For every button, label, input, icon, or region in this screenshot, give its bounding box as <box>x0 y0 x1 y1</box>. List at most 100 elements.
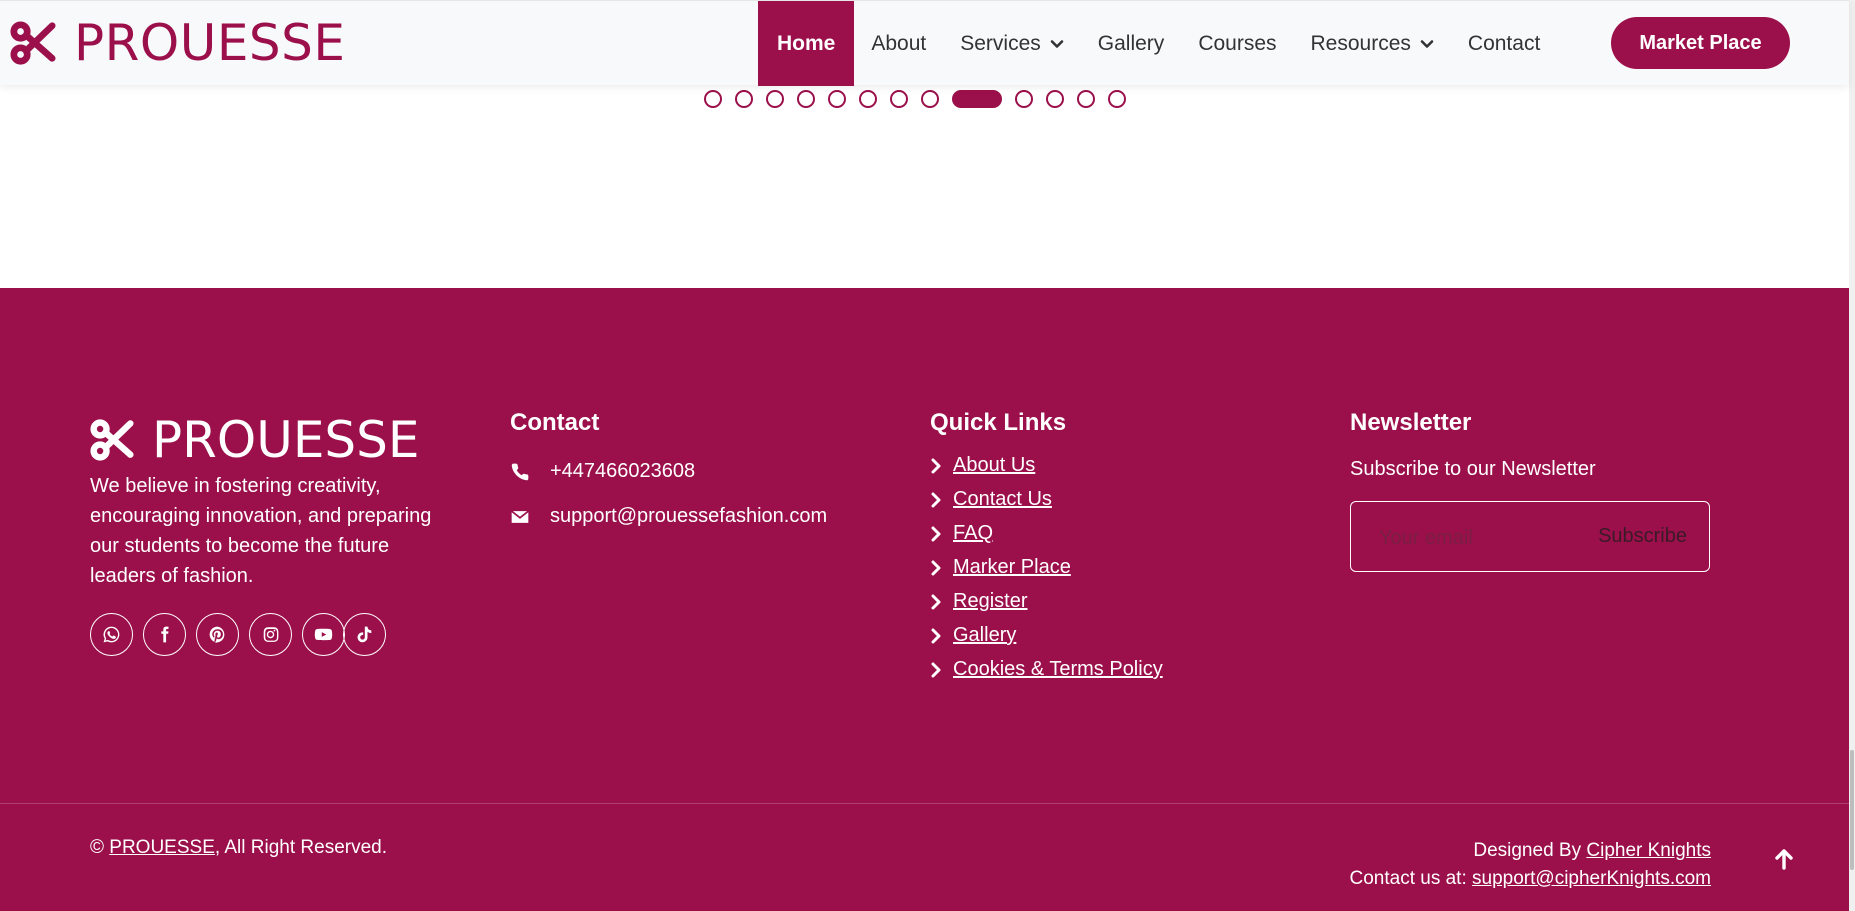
scissors-icon <box>90 419 134 461</box>
site-header: PROUESSE Home About Services Gallery Cou… <box>0 0 1849 86</box>
footer-quick-links-column: Quick Links About Us Contact Us FAQ Marker … <box>930 408 1163 681</box>
nav-services-label: Services <box>960 31 1041 55</box>
social-links <box>90 613 450 656</box>
footer-divider <box>0 803 1849 804</box>
carousel-dot[interactable] <box>1108 90 1126 108</box>
nav-contact[interactable]: Contact <box>1451 1 1557 86</box>
brand-logo[interactable]: PROUESSE <box>10 15 346 71</box>
quick-link[interactable]: Register <box>953 590 1027 613</box>
nav-home-label: Home <box>777 31 836 55</box>
pinterest-link[interactable] <box>196 613 239 656</box>
copyright-brand-link[interactable]: PROUESSE <box>109 837 215 858</box>
footer-logo[interactable]: PROUESSE <box>90 413 450 467</box>
carousel-dot[interactable] <box>797 90 815 108</box>
facebook-icon <box>161 626 169 643</box>
tiktok-link[interactable] <box>343 613 386 656</box>
carousel-dot[interactable] <box>921 90 939 108</box>
quick-link[interactable]: Cookies & Terms Policy <box>953 658 1163 681</box>
copyright-symbol: © <box>90 837 104 858</box>
arrow-up-icon <box>1775 849 1793 870</box>
quick-link-item[interactable]: Cookies & Terms Policy <box>930 658 1163 681</box>
designed-by-line: Designed By Cipher Knights <box>1350 837 1711 865</box>
market-place-button[interactable]: Market Place <box>1611 17 1790 69</box>
designer-contact-line: Contact us at: support@cipherKnights.com <box>1350 865 1711 893</box>
scissors-icon <box>10 21 56 65</box>
copyright-suffix: , All Right Reserved. <box>214 837 388 858</box>
footer-newsletter-column: Newsletter Subscribe to our Newsletter S… <box>1350 408 1710 572</box>
site-footer: PROUESSE We believe in fostering creativ… <box>0 288 1849 911</box>
youtube-icon <box>314 628 333 641</box>
chevron-right-icon <box>931 526 941 541</box>
carousel-dot[interactable] <box>1015 90 1033 108</box>
carousel-dot[interactable] <box>1046 90 1064 108</box>
quick-link-item[interactable]: Register <box>930 590 1163 613</box>
nav-resources[interactable]: Resources <box>1294 1 1451 86</box>
quick-links-title: Quick Links <box>930 409 1067 436</box>
newsletter-form: Subscribe <box>1350 501 1710 572</box>
newsletter-subtitle: Subscribe to our Newsletter <box>1350 458 1596 480</box>
quick-link-item[interactable]: About Us <box>930 454 1163 477</box>
designer-contact-label: Contact us at: <box>1349 868 1473 889</box>
brand-name: PROUESSE <box>74 14 346 72</box>
nav-gallery[interactable]: Gallery <box>1081 1 1182 86</box>
youtube-link[interactable] <box>302 613 345 656</box>
designer-email-link[interactable]: support@cipherKnights.com <box>1472 868 1711 889</box>
footer-about-text: We believe in fostering creativity, enco… <box>90 475 432 587</box>
carousel-dot[interactable] <box>859 90 877 108</box>
instagram-icon <box>263 627 279 642</box>
quick-link[interactable]: FAQ <box>953 522 993 545</box>
chevron-right-icon <box>931 594 941 609</box>
carousel-dot[interactable] <box>704 90 722 108</box>
carousel-dot[interactable] <box>828 90 846 108</box>
chevron-right-icon <box>931 458 941 473</box>
quick-link-item[interactable]: Marker Place <box>930 556 1163 579</box>
footer-brand-name: PROUESSE <box>152 411 420 469</box>
nav-services[interactable]: Services <box>943 1 1081 86</box>
instagram-link[interactable] <box>249 613 292 656</box>
nav-resources-label: Resources <box>1310 31 1411 55</box>
carousel-dot-active[interactable] <box>952 90 1002 108</box>
quick-link-item[interactable]: Gallery <box>930 624 1163 647</box>
newsletter-title: Newsletter <box>1350 409 1472 436</box>
facebook-link[interactable] <box>143 613 186 656</box>
footer-contact-column: Contact +447466023608 support@prouessefa… <box>510 408 827 528</box>
scrollbar-thumb[interactable] <box>1850 750 1854 870</box>
footer-brand-column: PROUESSE We believe in fostering creativ… <box>90 413 450 656</box>
newsletter-email-input[interactable] <box>1379 524 1579 552</box>
nav-about[interactable]: About <box>854 1 943 86</box>
quick-link[interactable]: About Us <box>953 454 1035 477</box>
nav-courses-label: Courses <box>1198 31 1277 55</box>
quick-link[interactable]: Gallery <box>953 624 1016 647</box>
carousel-dot[interactable] <box>735 90 753 108</box>
carousel-dot[interactable] <box>766 90 784 108</box>
footer-credits: Designed By Cipher Knights Contact us at… <box>1350 837 1711 893</box>
envelope-icon <box>511 510 529 523</box>
contact-email[interactable]: support@prouessefashion.com <box>510 505 827 528</box>
nav-gallery-label: Gallery <box>1097 31 1165 55</box>
back-to-top-button[interactable] <box>1769 844 1799 874</box>
nav-about-label: About <box>871 31 927 55</box>
phone-number: +447466023608 <box>550 460 696 482</box>
contact-title: Contact <box>510 409 600 436</box>
whatsapp-link[interactable] <box>90 613 133 656</box>
carousel-dot[interactable] <box>1077 90 1095 108</box>
chevron-right-icon <box>931 492 941 507</box>
quick-link-item[interactable]: FAQ <box>930 522 1163 545</box>
chevron-right-icon <box>931 662 941 677</box>
whatsapp-icon <box>103 626 120 643</box>
subscribe-button[interactable]: Subscribe <box>1582 516 1703 556</box>
chevron-down-icon <box>1050 39 1064 48</box>
carousel-dot[interactable] <box>890 90 908 108</box>
designer-link[interactable]: Cipher Knights <box>1586 840 1711 861</box>
nav-home[interactable]: Home <box>758 1 855 86</box>
quick-link-item[interactable]: Contact Us <box>930 488 1163 511</box>
chevron-down-icon <box>1420 39 1434 48</box>
quick-link[interactable]: Marker Place <box>953 556 1071 579</box>
phone-icon <box>511 463 529 480</box>
chevron-right-icon <box>931 628 941 643</box>
page-scrollbar[interactable] <box>1849 0 1855 911</box>
quick-link[interactable]: Contact Us <box>953 488 1052 511</box>
nav-courses[interactable]: Courses <box>1181 1 1293 86</box>
nav-contact-label: Contact <box>1467 31 1541 55</box>
contact-phone[interactable]: +447466023608 <box>510 460 827 483</box>
